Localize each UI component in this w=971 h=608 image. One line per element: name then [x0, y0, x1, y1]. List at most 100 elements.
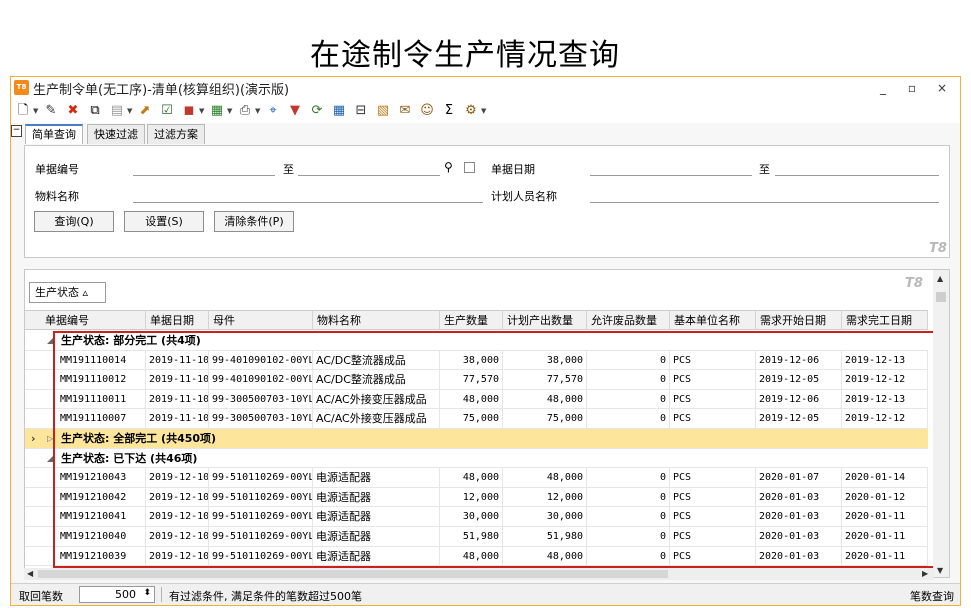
table-cell: 2019-12-10: [146, 487, 209, 507]
table-cell: 48,000: [440, 389, 503, 409]
current-row-indicator-icon: ›: [31, 432, 36, 445]
paste-icon[interactable]: ▤: [109, 103, 125, 119]
table-row[interactable]: MM191210040 2019-12-10 99-510110269-00YL 电源…: [25, 527, 928, 547]
collapse-panel-icon[interactable]: −: [11, 125, 22, 137]
table-cell: 12,000: [440, 487, 503, 507]
tab-quick-filter[interactable]: 快速过滤: [87, 124, 145, 144]
vertical-scrollbar[interactable]: ▲ ▼: [933, 270, 949, 577]
copy-icon[interactable]: ⧉: [87, 103, 103, 119]
column-header[interactable]: 需求完工日期: [842, 311, 928, 330]
table-cell: 2020-01-11: [842, 527, 928, 546]
settings-icon[interactable]: ⚙: [463, 103, 479, 119]
group-by-field[interactable]: 生产状态 ▵: [29, 282, 106, 303]
table-row[interactable]: MM191210039 2019-12-10 99-510110269-00YL 电源…: [25, 546, 928, 567]
table-cell: 0: [587, 527, 670, 546]
approve-icon[interactable]: ☑: [159, 103, 175, 119]
sum-icon[interactable]: Σ: [441, 103, 457, 119]
table-row[interactable]: MM191210041 2019-12-10 99-510110269-00YL 电源…: [25, 507, 928, 527]
mail-icon[interactable]: ✉: [397, 103, 413, 119]
table-cell: 2019-11-10: [146, 389, 209, 409]
chevron-down-icon[interactable]: ▼: [127, 103, 133, 119]
chevron-down-icon[interactable]: ▼: [255, 103, 261, 119]
scroll-thumb[interactable]: [936, 292, 946, 302]
chevron-down-icon[interactable]: ▼: [481, 103, 487, 119]
chevron-down-icon[interactable]: ▼: [199, 103, 205, 119]
filter-icon[interactable]: ▼: [287, 103, 303, 119]
material-name-input[interactable]: [133, 202, 483, 203]
hscroll-thumb[interactable]: [38, 570, 668, 578]
settings-button[interactable]: 设置(S): [124, 211, 204, 232]
table-row[interactable]: MM191110012 2019-11-10 99-401090102-00YL AC…: [25, 370, 928, 390]
table-cell: 电源适配器: [313, 527, 440, 546]
doc-no-from-input[interactable]: [133, 175, 275, 176]
column-header[interactable]: 基本单位名称: [670, 311, 756, 330]
print-icon[interactable]: ⎙: [237, 103, 253, 119]
table-row[interactable]: MM191110011 2019-11-10 99-300500703-10YL AC…: [25, 389, 928, 410]
column-header[interactable]: 生产数量: [440, 311, 503, 330]
report-icon[interactable]: ▦: [209, 103, 225, 119]
locate-icon[interactable]: ⌖: [265, 103, 281, 119]
table-cell: 99-401090102-00YL: [209, 350, 313, 370]
column-header[interactable]: 允许废品数量: [587, 311, 670, 330]
group-row[interactable]: ◢ 生产状态: 部分完工 (共4项): [25, 331, 928, 351]
refresh-icon[interactable]: ⟳: [309, 103, 325, 119]
horizontal-scrollbar[interactable]: ◀ ▶: [24, 568, 934, 580]
column-header[interactable]: 计划产出数量: [503, 311, 587, 330]
doc-date-from-input[interactable]: [590, 175, 752, 176]
clear-conditions-button[interactable]: 清除条件(P): [214, 211, 294, 232]
table-cell: PCS: [670, 507, 756, 527]
fetch-count-stepper[interactable]: 500 ⬍: [79, 586, 155, 603]
column-header[interactable]: 母件: [209, 311, 313, 330]
tab-filter-scheme[interactable]: 过滤方案: [147, 124, 205, 144]
table-row[interactable]: MM191110014 2019-11-10 99-401090102-00YL AC…: [25, 350, 928, 371]
table-cell: 99-510110269-00YL: [209, 527, 313, 546]
table-cell: 2019-12-06: [756, 350, 842, 370]
table-cell: 2019-12-10: [146, 507, 209, 527]
query-button[interactable]: 查询(Q): [34, 211, 114, 232]
column-header[interactable]: 单据日期: [146, 311, 209, 330]
collapse-group-icon[interactable]: ◢: [47, 449, 53, 468]
table-cell: PCS: [670, 409, 756, 429]
maximize-button[interactable]: ▫: [897, 79, 927, 97]
calc-icon[interactable]: ▧: [375, 103, 391, 119]
collapse-group-icon[interactable]: ◢: [47, 331, 53, 350]
group-row[interactable]: ◢ 生产状态: 已下达 (共46项): [25, 449, 928, 469]
close-button[interactable]: ×: [927, 79, 957, 97]
column-header[interactable]: 需求开始日期: [756, 311, 842, 330]
planner-name-input[interactable]: [590, 202, 939, 203]
stop-icon[interactable]: ◼: [181, 103, 197, 119]
table-row[interactable]: MM191210043 2019-12-10 99-510110269-00YL 电源…: [25, 468, 928, 488]
tab-simple-query[interactable]: 简单查询: [25, 124, 83, 144]
column-header[interactable]: 单据编号: [41, 311, 146, 330]
scroll-right-icon[interactable]: ▶: [922, 568, 928, 580]
doc-date-to-input[interactable]: [775, 175, 939, 176]
table-cell: PCS: [670, 527, 756, 546]
table-cell: PCS: [670, 546, 756, 566]
edit-icon[interactable]: ✎: [43, 103, 59, 119]
table-cell: 电源适配器: [313, 468, 440, 488]
export-icon[interactable]: ⬈: [137, 103, 153, 119]
data-grid: 生产状态 ▵ T8 单据编号 单据日期 母件 物料名称 生产数量 计划产出数量 允许废品数量…: [24, 269, 950, 578]
table-row[interactable]: MM191210042 2019-12-10 99-510110269-00YL 电源…: [25, 487, 928, 508]
scroll-up-icon[interactable]: ▲: [937, 274, 943, 283]
grid-icon[interactable]: ▦: [331, 103, 347, 119]
chevron-down-icon[interactable]: ▼: [33, 103, 39, 119]
delete-icon[interactable]: ✖: [65, 103, 81, 119]
new-doc-icon[interactable]: 🗋: [15, 103, 31, 119]
scroll-down-icon[interactable]: ▼: [937, 566, 943, 575]
column-header[interactable]: 物料名称: [313, 311, 440, 330]
doc-no-to-input[interactable]: [298, 175, 440, 176]
minimize-button[interactable]: _: [868, 79, 898, 97]
scroll-left-icon[interactable]: ◀: [27, 568, 33, 580]
expand-group-icon[interactable]: ▷: [47, 429, 53, 448]
chat-icon[interactable]: ☺: [419, 103, 435, 119]
stepper-icon[interactable]: ⬍: [143, 588, 151, 598]
table-row[interactable]: MM191110007 2019-11-10 99-300500703-10YL AC…: [25, 409, 928, 429]
chevron-down-icon[interactable]: ▼: [227, 103, 233, 119]
exit-icon[interactable]: ⊟: [353, 103, 369, 119]
doc-no-checkbox[interactable]: [464, 162, 475, 173]
table-cell: 2020-01-07: [756, 468, 842, 488]
binoculars-icon[interactable]: ⚲: [444, 160, 453, 174]
table-cell: MM191210041: [57, 507, 146, 527]
group-row[interactable]: › ▷ 生产状态: 全部完工 (共450项): [25, 429, 928, 449]
